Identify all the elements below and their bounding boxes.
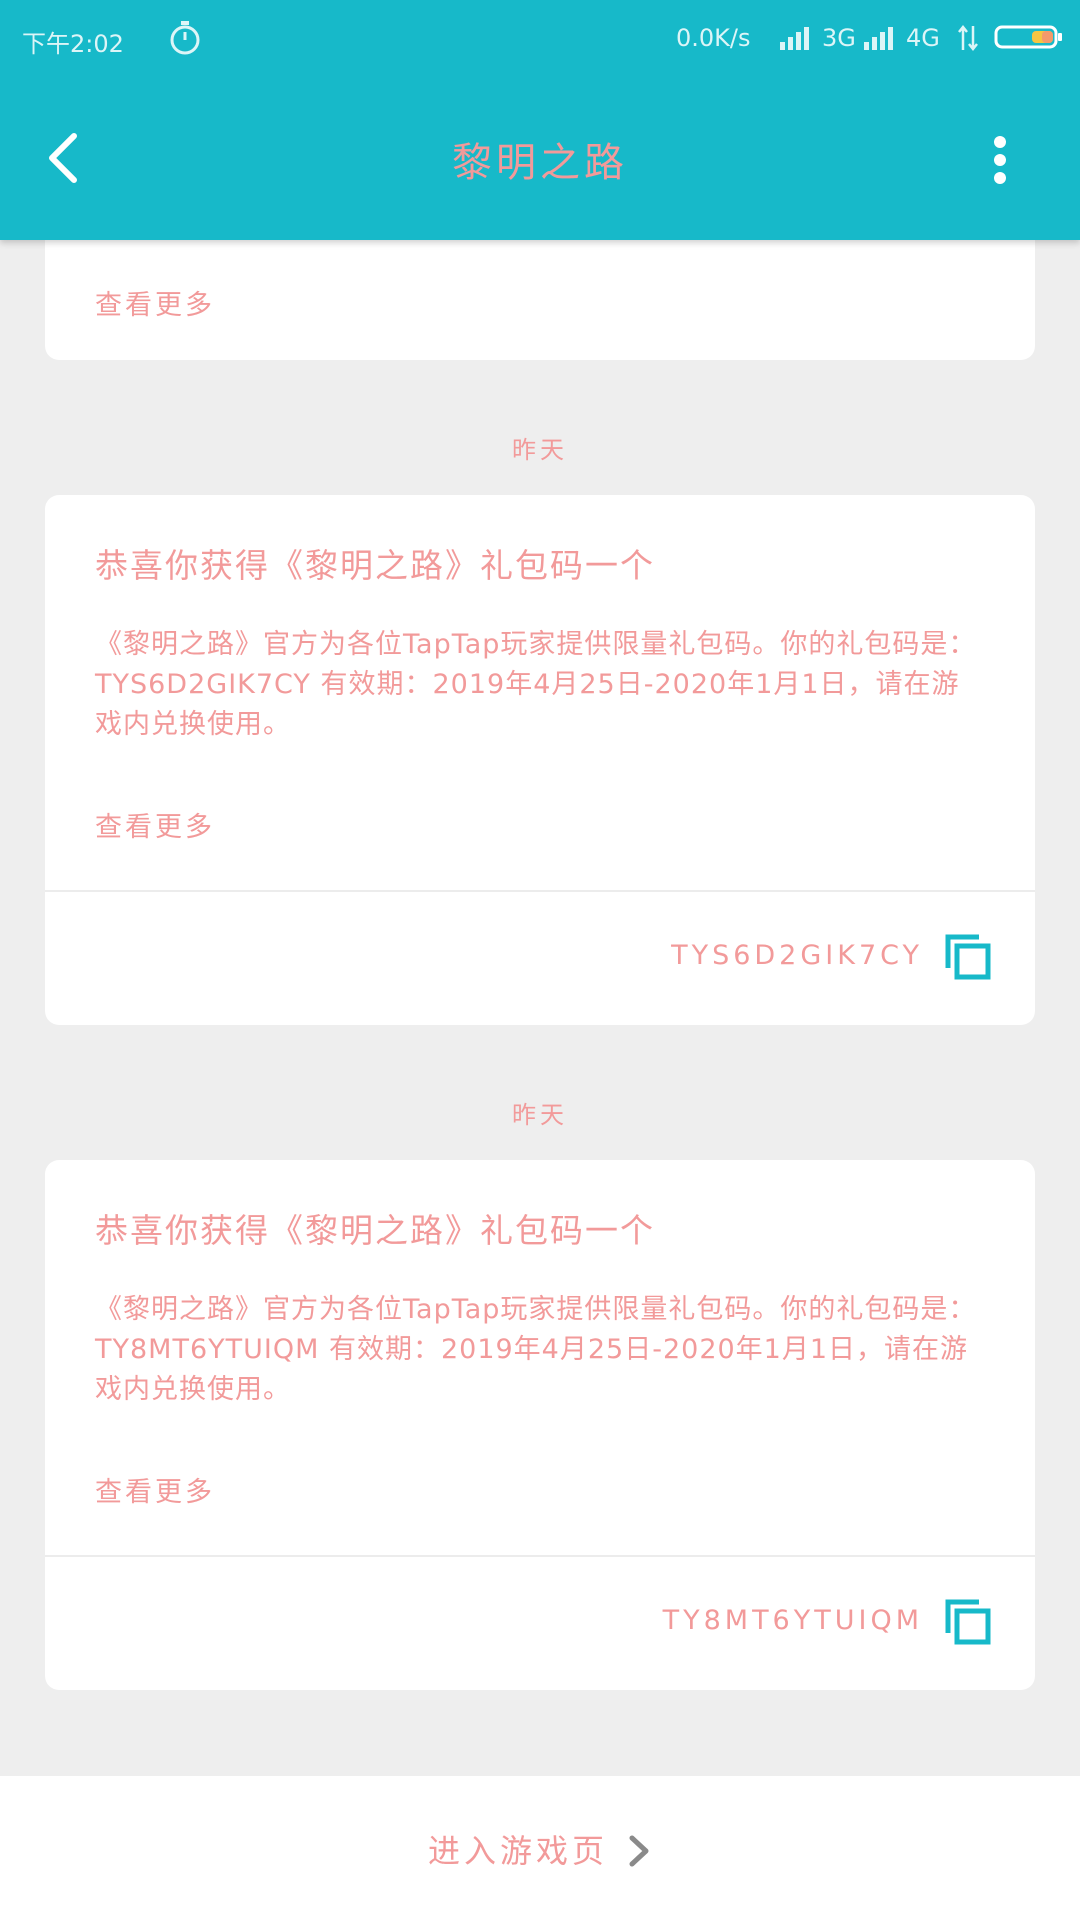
message-title: 恭喜你获得《黎明之路》礼包码一个 <box>95 1211 655 1250</box>
message-title: 恭喜你获得《黎明之路》礼包码一个 <box>95 546 655 585</box>
battery-icon <box>994 25 1062 49</box>
stopwatch-icon <box>170 21 200 55</box>
gift-code: TYS6D2GIK7CY <box>671 940 923 971</box>
view-more-link[interactable]: 查看更多 <box>95 805 215 844</box>
app-bar: 黎明之路 <box>0 100 1080 220</box>
chevron-right-icon <box>629 1835 649 1867</box>
status-time: 下午2:02 <box>22 30 124 58</box>
message-body: 《黎明之路》官方为各位TapTap玩家提供限量礼包码。你的礼包码是：TYS6D2… <box>95 629 977 740</box>
gift-code-row: TYS6D2GIK7CY <box>45 892 1035 1022</box>
bottom-bar: 进入游戏页 <box>0 1776 1080 1920</box>
view-more-link[interactable]: 查看更多 <box>95 283 215 322</box>
date-label: 昨天 <box>512 436 568 464</box>
gift-code-row: TY8MT6YTUIQM <box>45 1557 1035 1687</box>
network-4g-label: 4G <box>906 24 940 52</box>
data-transfer-icon <box>958 24 978 52</box>
more-vertical-icon[interactable] <box>980 130 1020 190</box>
signal-4g-icon <box>864 27 893 50</box>
network-3g-label: 3G <box>822 24 856 52</box>
copy-icon[interactable] <box>945 934 991 980</box>
message-card: 恭喜你获得《黎明之路》礼包码一个 《黎明之路》官方为各位TapTap玩家提供限量… <box>45 1160 1035 1690</box>
gift-code: TY8MT6YTUIQM <box>662 1605 923 1636</box>
signal-3g-icon <box>780 27 809 50</box>
message-body: 《黎明之路》官方为各位TapTap玩家提供限量礼包码。你的礼包码是：TY8MT6… <box>95 1294 977 1405</box>
message-card: 恭喜你获得《黎明之路》礼包码一个 《黎明之路》官方为各位TapTap玩家提供限量… <box>45 495 1035 1025</box>
date-label: 昨天 <box>512 1101 568 1129</box>
header: 下午2:02 0.0K/s 3G 4G 黎明之路 <box>0 0 1080 240</box>
view-more-link[interactable]: 查看更多 <box>95 1470 215 1509</box>
copy-icon[interactable] <box>945 1599 991 1645</box>
status-bar: 下午2:02 0.0K/s 3G 4G <box>0 0 1080 80</box>
page-title: 黎明之路 <box>452 140 628 186</box>
enter-game-label: 进入游戏页 <box>427 1832 608 1870</box>
enter-game-button[interactable]: 进入游戏页 <box>0 1826 1080 1872</box>
net-speed: 0.0K/s <box>676 24 751 52</box>
